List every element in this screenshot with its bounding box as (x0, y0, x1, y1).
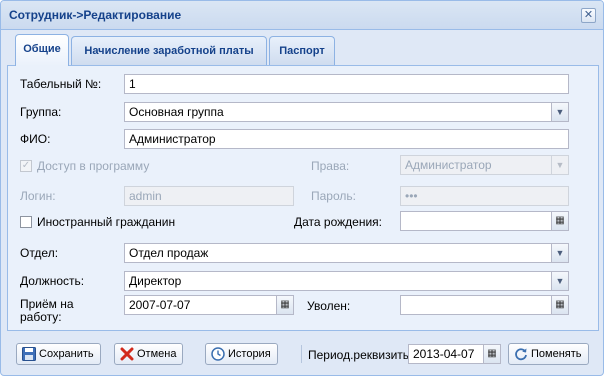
rights-select[interactable]: Администратор ▼ (400, 155, 569, 175)
hire-date-input[interactable]: 2007-07-07 ▦ (124, 295, 294, 315)
tab-bar: Общие Начисление заработной платы Паспор… (7, 33, 597, 66)
login-label: Логин: (20, 189, 56, 203)
red-x-icon (119, 346, 134, 361)
cancel-button-label: Отмена (137, 348, 177, 360)
chevron-down-icon[interactable]: ▼ (551, 272, 568, 290)
history-button-label: История (228, 348, 271, 360)
birth-date-input[interactable]: ▦ (400, 211, 569, 231)
hire-date-label-line1: Приём на (20, 297, 74, 311)
close-icon: ✕ (583, 9, 594, 21)
calendar-icon[interactable]: ▦ (551, 296, 568, 314)
group-value: Основная группа (129, 105, 224, 119)
save-button-label: Сохранить (39, 348, 94, 360)
rights-value: Администратор (405, 158, 492, 172)
tab-salary[interactable]: Начисление заработной платы (71, 36, 267, 65)
department-value: Отдел продаж (129, 246, 209, 260)
toolbar-separator (301, 345, 302, 363)
group-select[interactable]: Основная группа ▼ (124, 102, 569, 122)
password-label: Пароль: (311, 189, 356, 203)
close-button[interactable]: ✕ (581, 8, 596, 23)
fio-label: ФИО: (20, 132, 51, 146)
hire-date-label-line2: работу: (20, 310, 62, 324)
fired-date-input[interactable]: ▦ (400, 295, 569, 315)
employee-edit-window: Сотрудник->Редактирование ✕ Общие Начисл… (0, 0, 604, 376)
tab-number-input[interactable]: 1 (124, 74, 569, 94)
password-input[interactable]: ••• (400, 186, 569, 206)
group-label: Группа: (20, 105, 62, 119)
login-input[interactable]: admin (124, 186, 294, 206)
foreign-citizen-checkbox[interactable] (20, 216, 32, 228)
access-label: Доступ в программу (37, 159, 150, 173)
foreign-citizen-label: Иностранный гражданин (37, 215, 176, 229)
chevron-down-icon[interactable]: ▼ (551, 103, 568, 121)
chevron-down-icon[interactable]: ▼ (551, 156, 568, 174)
period-date-input[interactable]: 2013-04-07 ▦ (408, 344, 501, 364)
refresh-icon (513, 346, 528, 361)
cancel-button[interactable]: Отмена (114, 343, 184, 365)
fio-input[interactable]: Администратор (124, 129, 569, 149)
hire-date-label: Приём на работу: (20, 298, 74, 324)
fired-label: Уволен: (307, 299, 351, 313)
access-checkbox[interactable]: ✓ (20, 160, 32, 172)
calendar-icon[interactable]: ▦ (551, 212, 568, 230)
window-titlebar[interactable]: Сотрудник->Редактирование ✕ (1, 1, 603, 30)
department-select[interactable]: Отдел продаж ▼ (124, 243, 569, 263)
calendar-icon[interactable]: ▦ (276, 296, 293, 314)
history-button[interactable]: История (205, 343, 278, 365)
change-button-label: Поменять (531, 348, 582, 360)
clock-icon (210, 346, 225, 361)
position-value: Директор (129, 274, 182, 288)
tab-general[interactable]: Общие (15, 34, 69, 66)
save-button[interactable]: Сохранить (16, 343, 101, 365)
tab-passport[interactable]: Паспорт (269, 36, 335, 65)
birth-date-label: Дата рождения: (294, 215, 382, 229)
period-label: Период.реквизиты: (308, 348, 415, 362)
hire-date-value: 2007-07-07 (129, 298, 191, 312)
chevron-down-icon[interactable]: ▼ (551, 244, 568, 262)
position-label: Должность: (20, 274, 85, 288)
department-label: Отдел: (20, 246, 59, 260)
general-tab-panel: Табельный №: 1 Группа: Основная группа ▼… (7, 65, 599, 331)
tab-number-label: Табельный №: (20, 77, 102, 91)
window-title: Сотрудник->Редактирование (9, 8, 182, 22)
period-date-value: 2013-04-07 (413, 347, 475, 361)
floppy-disk-icon (21, 346, 36, 361)
change-button[interactable]: Поменять (508, 343, 589, 365)
rights-label: Права: (311, 159, 350, 173)
calendar-icon[interactable]: ▦ (483, 345, 500, 363)
position-select[interactable]: Директор ▼ (124, 271, 569, 291)
